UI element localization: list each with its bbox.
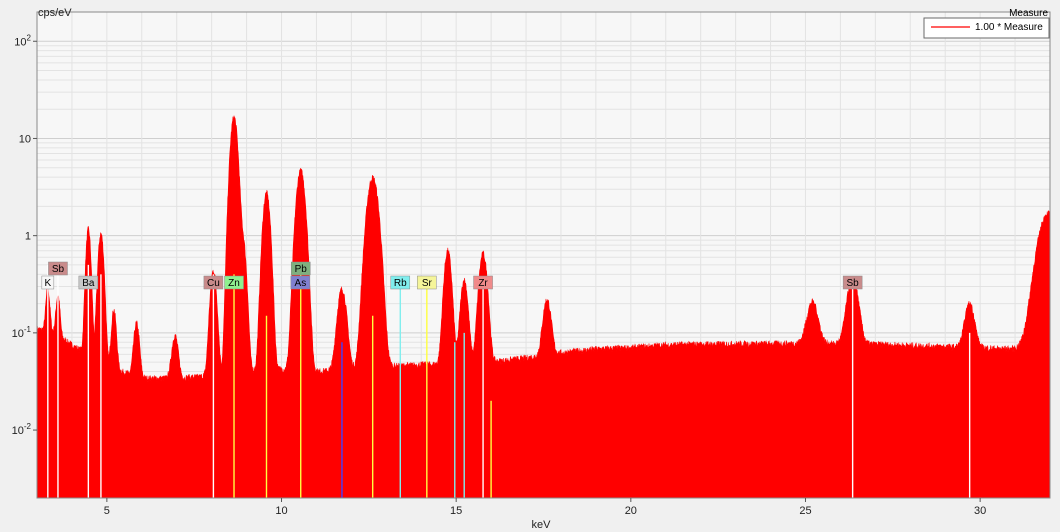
x-tick-label: 30 bbox=[974, 505, 986, 517]
element-label-text: Sb bbox=[847, 278, 860, 289]
element-label-rb[interactable]: Rb bbox=[390, 275, 411, 290]
y-tick-label: 1 bbox=[25, 231, 31, 243]
element-label-text: Zr bbox=[478, 278, 488, 289]
element-label-zr[interactable]: Zr bbox=[473, 275, 493, 290]
y-tick-label: 10-1 bbox=[12, 325, 32, 340]
legend-title: Measure bbox=[1009, 8, 1048, 19]
element-label-sr[interactable]: Sr bbox=[417, 275, 437, 290]
x-tick-label: 15 bbox=[450, 505, 462, 517]
y-tick-label: 102 bbox=[14, 33, 31, 48]
element-label-text: K bbox=[44, 278, 51, 289]
spectrum-chart: Sb K Ba Cu Zn Pb As Rb Sr Zr Sb 5 10 15 20 25 30 10-2 10… bbox=[0, 0, 1060, 532]
element-label-text: Ba bbox=[82, 278, 95, 289]
element-label-ba[interactable]: Ba bbox=[78, 275, 99, 290]
y-axis-ticks: 10-2 10-1 1 10 102 bbox=[12, 33, 37, 437]
element-label-k[interactable]: K bbox=[41, 275, 55, 290]
x-tick-label: 20 bbox=[625, 505, 637, 517]
x-tick-label: 10 bbox=[275, 505, 287, 517]
y-axis-label: cps/eV bbox=[38, 7, 72, 19]
element-label-sb[interactable]: Sb bbox=[48, 261, 68, 276]
element-label-text: Zn bbox=[228, 278, 240, 289]
element-label-zn[interactable]: Zn bbox=[224, 275, 244, 290]
element-label-sb[interactable]: Sb bbox=[842, 275, 863, 290]
element-label-text: As bbox=[295, 278, 307, 289]
chart-canvas: SbK Ba Cu ZnPbAs Rb Sr Zr Sb 5 10 15 20 25 30 10-210… bbox=[12, 7, 1051, 531]
element-label-pb[interactable]: Pb bbox=[290, 261, 311, 276]
element-label-text: Sb bbox=[52, 264, 65, 275]
element-label-text: Rb bbox=[394, 278, 407, 289]
legend[interactable]: 1.00 * Measure bbox=[923, 17, 1050, 39]
legend-entry-measure: 1.00 * Measure bbox=[975, 22, 1043, 33]
x-axis-label: keV bbox=[532, 519, 552, 531]
y-tick-label: 10 bbox=[19, 133, 31, 145]
x-tick-label: 25 bbox=[799, 505, 811, 517]
x-axis-ticks: 5 10 15 20 25 30 bbox=[104, 498, 986, 517]
element-label-text: Pb bbox=[295, 264, 308, 275]
y-tick-label: 10-2 bbox=[12, 422, 32, 437]
x-tick-label: 5 bbox=[104, 505, 110, 517]
element-label-as[interactable]: As bbox=[290, 275, 311, 290]
element-label-cu[interactable]: Cu bbox=[203, 275, 224, 290]
element-label-text: Sr bbox=[422, 278, 433, 289]
element-label-text: Cu bbox=[207, 278, 220, 289]
